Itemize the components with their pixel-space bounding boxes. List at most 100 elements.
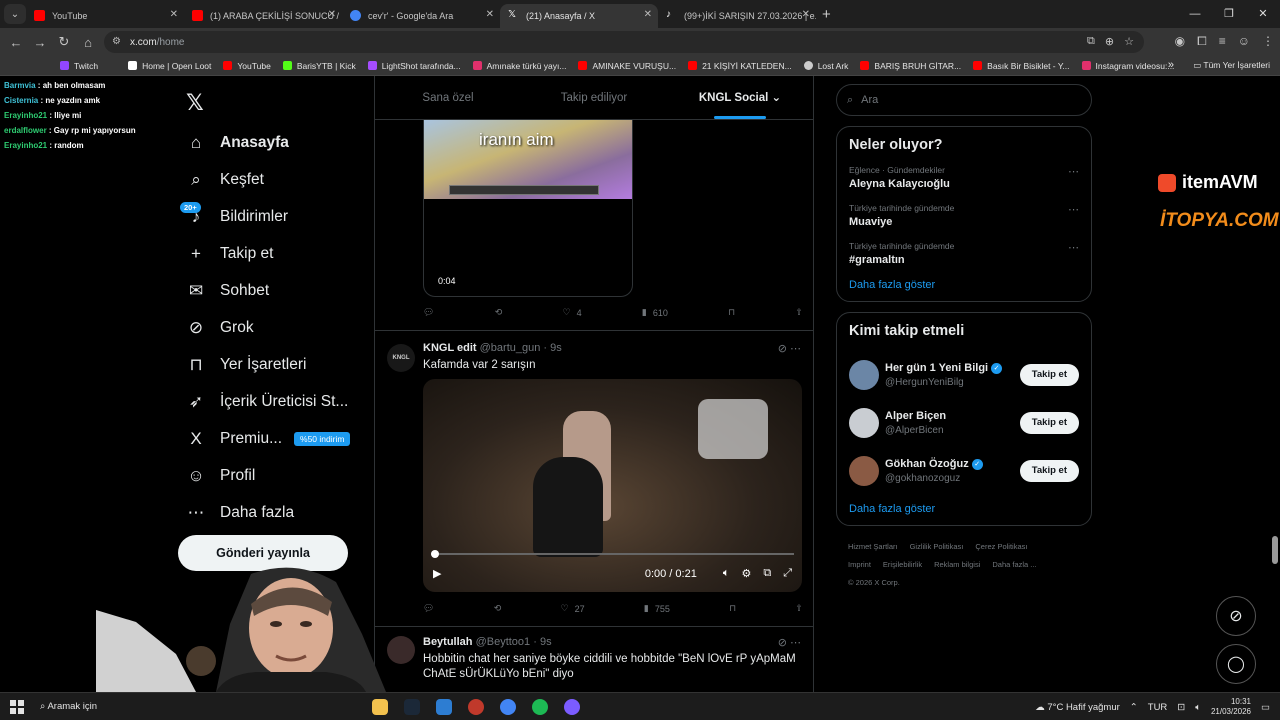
bookmark-item[interactable]: LightShot tarafında... <box>367 61 461 71</box>
bookmark-item[interactable]: Lost Ark <box>803 61 848 71</box>
steam-icon[interactable] <box>404 699 420 715</box>
search-input[interactable]: ⌕ Ara <box>836 84 1092 116</box>
bookmark-item[interactable]: Twitch <box>60 61 98 71</box>
zoom-icon[interactable]: ⊕ <box>1105 35 1114 48</box>
close-icon[interactable]: ✕ <box>328 9 336 20</box>
more-icon[interactable]: ⋯ <box>1068 203 1079 216</box>
site-info-icon[interactable]: ⚙ <box>112 36 121 47</box>
chrome-icon[interactable] <box>500 699 516 715</box>
more-icon[interactable]: ⋯ <box>1068 241 1079 254</box>
sidebar-item-bookmarks[interactable]: ⊓ Yer İşaretleri <box>186 346 350 383</box>
puzzle-icon[interactable]: ⧠ <box>1197 34 1207 49</box>
bookmark-item[interactable]: YouTube <box>223 61 271 71</box>
close-icon[interactable]: ✕ <box>170 9 178 20</box>
fullscreen-icon[interactable]: ⤢ <box>783 567 792 580</box>
follow-button[interactable]: Takip et <box>1019 412 1079 434</box>
new-tab-button[interactable]: + <box>822 6 831 23</box>
bookmark-item[interactable]: Basık Bir Bisiklet - Y... <box>973 61 1070 71</box>
show-more-link[interactable]: Daha fazla göster <box>849 279 1079 291</box>
avatar[interactable]: KNGL <box>387 344 415 372</box>
footer-link[interactable]: Hizmet Şartları <box>848 542 898 551</box>
sidebar-item-follow[interactable]: + Takip et <box>186 235 350 272</box>
x-logo-icon[interactable]: 𝕏 <box>186 90 204 116</box>
footer-link[interactable]: Imprint <box>848 560 871 569</box>
install-app-icon[interactable]: ⧉ <box>1087 35 1095 48</box>
sidebar-item-notifications[interactable]: ♪ 20+ Bildirimler <box>180 198 350 235</box>
settings-icon[interactable]: ⚙ <box>741 567 751 580</box>
video-player[interactable]: ▶ 0:00 / 0:21 🔈︎ ⚙ ⧉ ⤢ <box>423 379 802 592</box>
more-icon[interactable]: ⋯ <box>1068 165 1079 178</box>
discord-icon[interactable] <box>564 699 580 715</box>
avatar[interactable] <box>387 636 415 664</box>
windows-start-icon[interactable] <box>10 699 24 714</box>
volume-icon[interactable]: 🔈︎ <box>1195 702 1201 713</box>
home-icon[interactable]: ⌂ <box>76 35 100 50</box>
bookmark-star-icon[interactable]: ☆ <box>1124 35 1134 48</box>
footer-link[interactable]: Daha fazla ... <box>992 560 1036 569</box>
tab-search-button[interactable]: ⌄ <box>4 4 26 24</box>
sidebar-item-grok[interactable]: ⊘ Grok <box>186 309 350 346</box>
forward-icon[interactable]: → <box>28 35 52 50</box>
bookmark-item[interactable]: Home | Open Loot <box>128 61 211 71</box>
taskbar-search[interactable]: ⌕ Aramak için <box>40 701 97 712</box>
sidebar-item-chat[interactable]: ✉ Sohbet <box>186 272 350 309</box>
bookmark-item[interactable]: BARIŞ BRUH GİTAR... <box>860 61 961 71</box>
more-icon[interactable]: ⊘ ⋯ <box>778 342 801 355</box>
chat-fab-button[interactable]: ◯ <box>1216 644 1256 684</box>
avatar[interactable] <box>849 456 879 486</box>
bookmark-icon[interactable]: ⊓ <box>729 603 736 614</box>
sidebar-item-home[interactable]: ⌂ Anasayfa <box>186 124 350 161</box>
follow-suggestion[interactable]: Gökhan Özoğuz ✓ @gokhanozoguz Takip et <box>849 447 1079 495</box>
repost-icon[interactable]: ⟲ <box>495 307 503 318</box>
sidebar-item-profile[interactable]: ☺ Profil <box>186 457 350 494</box>
more-icon[interactable]: ⊘ ⋯ <box>778 636 801 649</box>
avatar[interactable] <box>849 360 879 390</box>
file-explorer-icon[interactable] <box>372 699 388 715</box>
repost-icon[interactable]: ⟲ <box>494 603 502 614</box>
browser-tab[interactable]: cev'r' - Google'da Ara ✕ <box>342 4 500 28</box>
tab-for-you[interactable]: Sana özel <box>375 76 521 119</box>
browser-tab[interactable]: ♪ (99+)İKİ SARIŞIN 27.03.2026 | e... ✕ <box>658 4 816 28</box>
play-icon[interactable]: ▶ <box>433 567 441 580</box>
follow-suggestion[interactable]: Alper Biçen @AlperBicen Takip et <box>849 399 1079 447</box>
trend-item[interactable]: Türkiye tarihinde gündemde Muaviye ⋯ <box>849 203 1079 228</box>
footer-link[interactable]: Erişilebilirlik <box>883 560 922 569</box>
reload-icon[interactable]: ↻ <box>52 34 76 50</box>
reply-icon[interactable]: 💬︎ <box>423 307 434 318</box>
follow-suggestion[interactable]: Her gün 1 Yeni Bilgi ✓ @HergunYeniBilg Tak… <box>849 351 1079 399</box>
reply-icon[interactable]: 💬︎ <box>423 603 434 614</box>
author-name[interactable]: Beytullah <box>423 636 473 648</box>
follow-button[interactable]: Takip et <box>1019 460 1079 482</box>
media-control-icon[interactable]: ≡ <box>1219 34 1226 49</box>
follow-button[interactable]: Takip et <box>1019 364 1079 386</box>
store-icon[interactable] <box>436 699 452 715</box>
trend-item[interactable]: Türkiye tarihinde gündemde #gramaltın ⋯ <box>849 241 1079 266</box>
url-input[interactable]: ⚙ x.com/home ⧉ ⊕ ☆ <box>104 31 1144 53</box>
chevron-right-icon[interactable]: » <box>1168 59 1174 71</box>
share-icon[interactable]: ⇧ <box>795 603 803 614</box>
footer-link[interactable]: Çerez Politikası <box>975 542 1027 551</box>
bookmark-item[interactable]: AMINAKE VURUŞU... <box>578 61 676 71</box>
video-progress-slider[interactable] <box>431 550 794 558</box>
close-icon[interactable]: ✕ <box>802 9 810 20</box>
avatar[interactable] <box>849 408 879 438</box>
notifications-icon[interactable]: ▭ <box>1261 702 1270 713</box>
footer-link[interactable]: Gizlilik Politikası <box>910 542 964 551</box>
network-icon[interactable]: ⊡ <box>1177 702 1185 713</box>
footer-link[interactable]: Reklam bilgisi <box>934 560 980 569</box>
trend-item[interactable]: Eğlence · Gündemdekiler Aleyna Kalaycıoğl… <box>849 165 1079 190</box>
bookmark-icon[interactable]: ⊓ <box>728 307 735 318</box>
views-button[interactable]: ▮ 755 <box>644 603 670 614</box>
tab-following[interactable]: Takip ediliyor <box>521 76 667 119</box>
share-icon[interactable]: ⇧ <box>795 307 803 318</box>
scrollbar[interactable] <box>1272 536 1278 564</box>
tray-chevron-icon[interactable]: ⌃ <box>1130 702 1138 713</box>
bookmark-item[interactable]: Instagram videosu:... <box>1081 61 1174 71</box>
app-icon[interactable] <box>468 699 484 715</box>
bookmark-item[interactable]: 21 KİŞİYİ KATLEDEN... <box>688 61 792 71</box>
spotify-icon[interactable] <box>532 699 548 715</box>
bookmark-item[interactable]: BarisYTB | Kick <box>282 61 356 71</box>
post-video[interactable]: iranın aim 0:04 <box>423 120 633 297</box>
sidebar-item-explore[interactable]: ⌕ Keşfet <box>186 161 350 198</box>
like-button[interactable]: ♡ 4 <box>563 307 582 318</box>
